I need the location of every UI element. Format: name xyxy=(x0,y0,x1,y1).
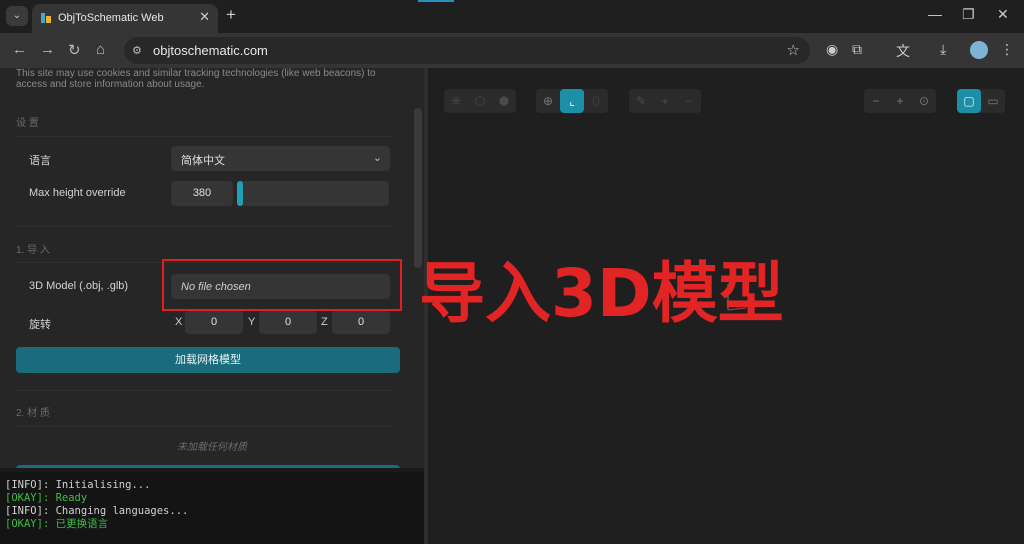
minus-icon[interactable]: − xyxy=(677,89,701,113)
perspective-icon[interactable]: ▢ xyxy=(957,89,981,113)
log-line: [OKAY]: 已更换语言 xyxy=(5,518,109,530)
rotation-x-label: X xyxy=(175,316,183,328)
tab-search-button[interactable]: ⌄ xyxy=(6,6,28,26)
url-text: objtoschematic.com xyxy=(153,43,268,58)
rotation-y-input[interactable]: 0 xyxy=(259,310,317,334)
annotation-highlight-box xyxy=(162,259,402,311)
browser-tab[interactable]: ObjToSchematic Web ✕ xyxy=(32,4,218,33)
profile-avatar[interactable] xyxy=(970,41,988,59)
rotation-z-label: Z xyxy=(321,316,328,328)
chevron-down-icon: ⌄ xyxy=(372,152,382,164)
reload-icon[interactable]: ↻ xyxy=(68,41,81,59)
browser-tab-bar: ⌄ ObjToSchematic Web ✕ + — ❐ ✕ xyxy=(0,0,1024,33)
height-slider[interactable] xyxy=(237,181,389,206)
axes-icon[interactable]: ⌞ xyxy=(560,89,584,113)
language-label: 语言 xyxy=(29,155,51,167)
home-icon[interactable]: ⌂ xyxy=(96,41,105,58)
minimize-icon[interactable]: — xyxy=(928,6,942,22)
model-label: 3D Model (.obj, .glb) xyxy=(29,280,129,292)
divider xyxy=(16,226,392,227)
rotation-z-input[interactable]: 0 xyxy=(332,310,390,334)
divider xyxy=(16,390,392,391)
rotation-y-label: Y xyxy=(248,316,256,328)
log-line: [INFO]: Changing languages... xyxy=(5,505,189,517)
extension-palette-icon[interactable]: ◉ xyxy=(826,41,838,58)
load-mesh-button[interactable]: 加载网格模型 xyxy=(16,347,400,373)
tab-title: ObjToSchematic Web xyxy=(58,12,164,24)
cube-outline-icon[interactable]: ⬡ xyxy=(468,89,492,113)
materials-section-title: 2. 材 质 xyxy=(16,408,50,419)
settings-section-title: 设 置 xyxy=(16,118,39,129)
rotation-x-input[interactable]: 0 xyxy=(185,310,243,334)
log-line: [INFO]: Initialising... xyxy=(5,479,151,491)
slider-thumb[interactable] xyxy=(237,181,243,206)
log-line: [OKAY]: Ready xyxy=(5,492,88,504)
new-tab-button[interactable]: + xyxy=(226,5,236,25)
bookmark-star-icon[interactable]: ☆ xyxy=(787,41,800,59)
edit-group: ✎ + − xyxy=(629,89,701,113)
import-section-title: 1. 导 入 xyxy=(16,245,50,256)
orthographic-icon[interactable]: ▭ xyxy=(981,89,1005,113)
tab-close-icon[interactable]: ✕ xyxy=(199,9,210,25)
view-mode-group: ⁜ ⬡ ⬢ xyxy=(444,89,516,113)
height-label: Max height override xyxy=(29,187,126,199)
browser-toolbar: ← → ↻ ⌂ ⚙ objtoschematic.com ☆ ◉ ⧉ 文 ⤓ ⋮ xyxy=(0,33,1024,68)
next-step-button[interactable] xyxy=(16,465,400,468)
restore-icon[interactable]: ❐ xyxy=(962,6,975,23)
cube-icon[interactable]: ⬢ xyxy=(492,89,516,113)
divider xyxy=(16,136,392,137)
rotation-label: 旋转 xyxy=(29,319,51,331)
zoom-out-icon[interactable]: − xyxy=(864,89,888,113)
overlay-group: ⊕ ⌞ ⬯ xyxy=(536,89,608,113)
zoom-in-icon[interactable]: + xyxy=(888,89,912,113)
extensions-puzzle-icon[interactable]: ⧉ xyxy=(852,41,862,58)
log-console: [INFO]: Initialising... [OKAY]: Ready [I… xyxy=(0,472,424,544)
site-info-icon[interactable]: ⚙ xyxy=(132,44,142,57)
zoom-group: − + ⊙ xyxy=(864,89,936,113)
site-favicon-icon xyxy=(41,13,51,23)
window-accent-bar xyxy=(418,0,454,2)
translate-icon[interactable]: 文 xyxy=(896,41,910,61)
voxel-grid-icon[interactable]: ⁜ xyxy=(444,89,468,113)
language-value: 简体中文 xyxy=(181,155,225,167)
menu-icon[interactable]: ⋮ xyxy=(1000,41,1014,58)
camera-group: ▢ ▭ xyxy=(957,89,1005,113)
height-input[interactable]: 380 xyxy=(171,181,233,206)
cookie-notice: This site may use cookies and similar tr… xyxy=(16,68,376,90)
center-view-icon[interactable]: ⊙ xyxy=(912,89,936,113)
address-bar[interactable]: ⚙ objtoschematic.com ☆ xyxy=(124,37,810,64)
forward-icon[interactable]: → xyxy=(40,41,55,58)
download-icon[interactable]: ⤓ xyxy=(940,41,946,58)
no-materials-text: 未加载任何材质 xyxy=(177,442,247,453)
language-select[interactable]: 简体中文 ⌄ xyxy=(171,146,390,171)
divider xyxy=(16,426,392,427)
pencil-icon[interactable]: ✎ xyxy=(629,89,653,113)
back-icon[interactable]: ← xyxy=(12,41,27,58)
close-window-icon[interactable]: ✕ xyxy=(997,6,1009,23)
bounds-icon[interactable]: ⬯ xyxy=(584,89,608,113)
grid-icon[interactable]: ⊕ xyxy=(536,89,560,113)
annotation-label: 导入3D模型 xyxy=(419,255,784,332)
plus-icon[interactable]: + xyxy=(653,89,677,113)
